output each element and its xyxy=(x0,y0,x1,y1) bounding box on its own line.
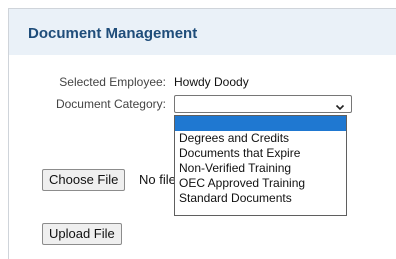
panel-header: Document Management xyxy=(9,9,396,55)
dropdown-option-oec-approved-training[interactable]: OEC Approved Training xyxy=(175,176,346,191)
selected-employee-value: Howdy Doody xyxy=(174,75,249,89)
dropdown-option-non-verified-training[interactable]: Non-Verified Training xyxy=(175,161,346,176)
dropdown-option-documents-that-expire[interactable]: Documents that Expire xyxy=(175,146,346,161)
document-management-panel: Document Management Selected Employee: H… xyxy=(8,8,396,259)
panel-title: Document Management xyxy=(28,25,198,42)
selected-employee-label: Selected Employee: xyxy=(59,75,166,89)
choose-file-button[interactable]: Choose File xyxy=(42,169,126,191)
dropdown-option-degrees-and-credits[interactable]: Degrees and Credits xyxy=(175,131,346,146)
document-category-label: Document Category: xyxy=(55,97,166,111)
document-category-dropdown: Degrees and Credits Documents that Expir… xyxy=(174,115,347,216)
document-category-select[interactable] xyxy=(174,95,352,113)
dropdown-option-blank[interactable] xyxy=(175,116,346,131)
no-file-chosen-text: No file chosen xyxy=(139,172,174,187)
upload-file-button[interactable]: Upload File xyxy=(42,223,122,245)
dropdown-option-standard-documents[interactable]: Standard Documents xyxy=(175,191,346,206)
